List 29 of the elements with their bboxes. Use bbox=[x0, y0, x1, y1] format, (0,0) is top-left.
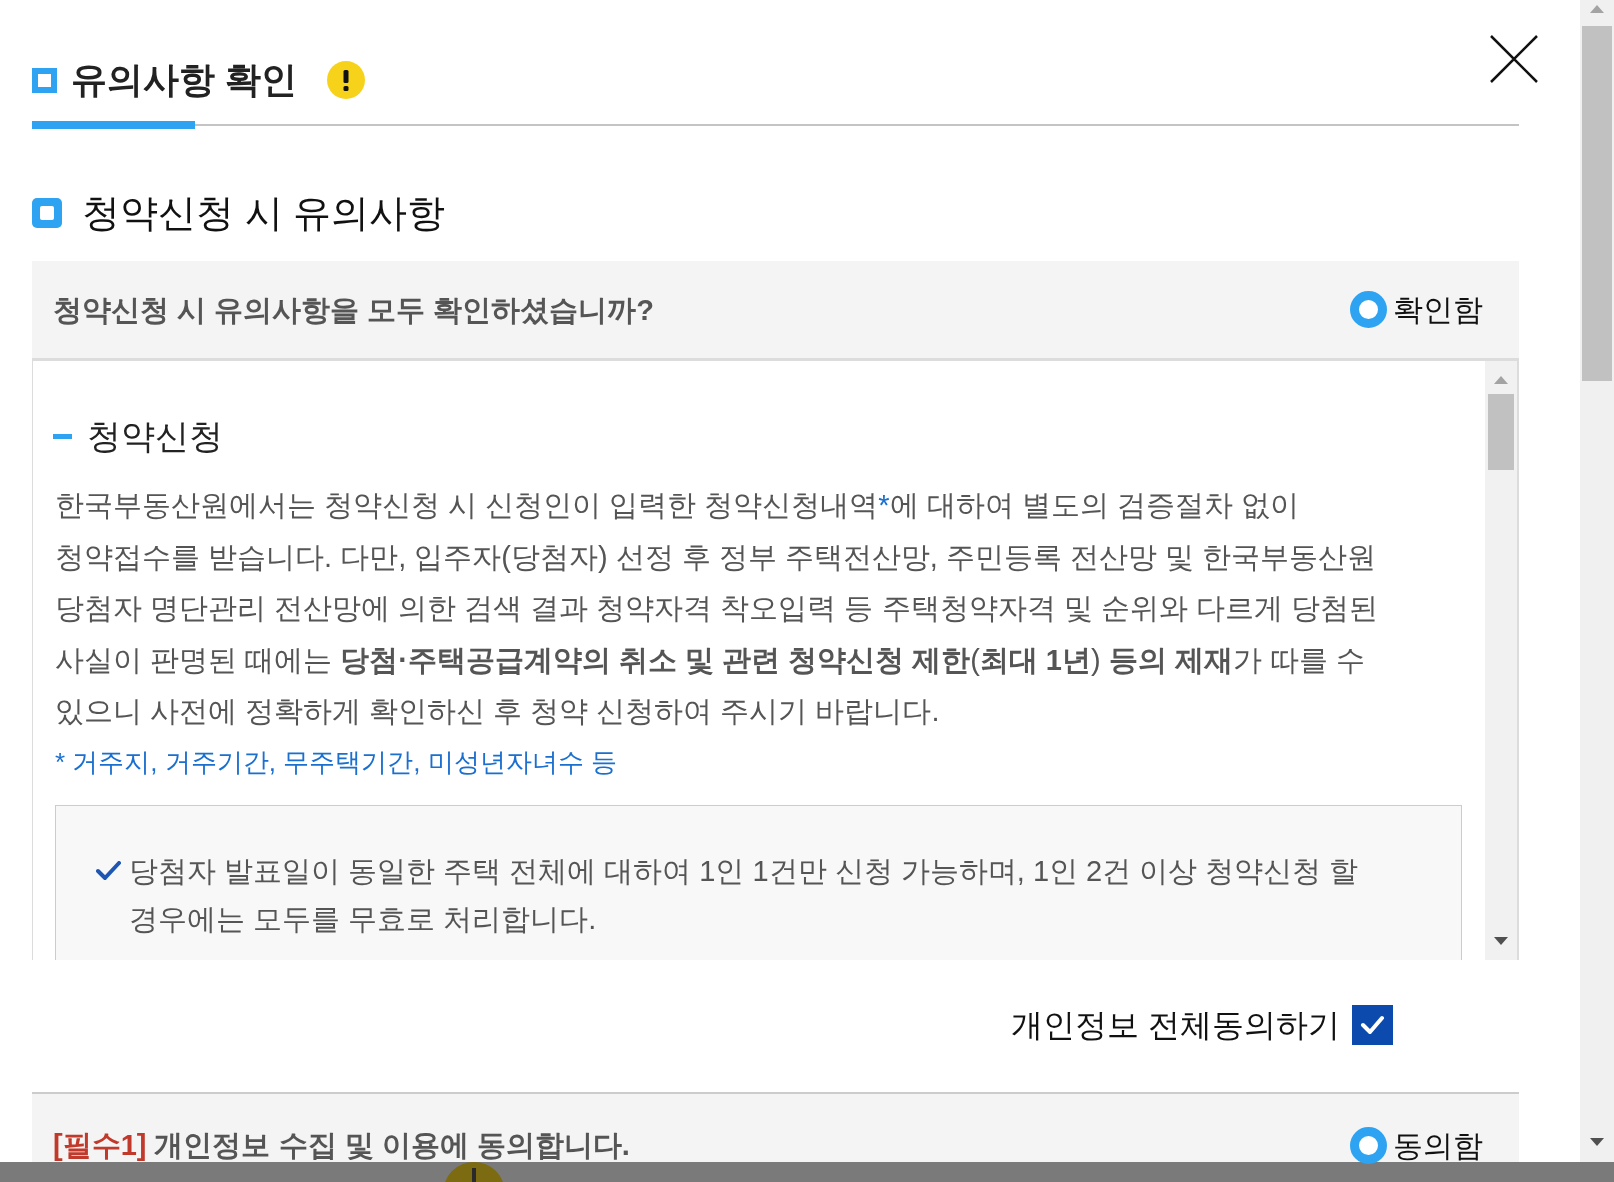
confirm-radio-label[interactable]: 확인함 bbox=[1393, 291, 1483, 328]
scrollbar-thumb[interactable] bbox=[1582, 26, 1612, 381]
radio-button[interactable] bbox=[1350, 291, 1387, 328]
check-icon bbox=[96, 860, 121, 881]
close-button[interactable] bbox=[1489, 34, 1539, 84]
scroll-down-icon[interactable] bbox=[1590, 1138, 1604, 1146]
close-icon bbox=[1490, 35, 1538, 83]
heading-dash-icon bbox=[53, 433, 72, 439]
radio-button[interactable] bbox=[1350, 1127, 1387, 1164]
section-title: 청약신청 시 유의사항 bbox=[82, 193, 446, 233]
scroll-up-icon[interactable] bbox=[1590, 5, 1604, 13]
agree-all-label[interactable]: 개인정보 전체동의하기 bbox=[1011, 1005, 1340, 1045]
confirm-question: 청약신청 시 유의사항을 모두 확인하셨습니까? bbox=[53, 292, 654, 328]
section-square-icon bbox=[32, 198, 62, 228]
checkbox[interactable] bbox=[1352, 1005, 1393, 1045]
scroll-down-icon[interactable] bbox=[1494, 937, 1508, 945]
dialog-title: 유의사항 확인 bbox=[71, 58, 297, 102]
title-square-icon bbox=[32, 67, 57, 93]
rule-text: 당첨자 발표일이 동일한 주택 전체에 대하여 1인 1건만 신청 가능하며, 1인 2건 이상 청약신청 할 경우에는 모두를 무효로 처리합니다. bbox=[129, 853, 1360, 937]
notice-footnote: * 거주지, 거주기간, 무주택기간, 미성년자녀수 등 bbox=[54, 745, 617, 779]
required-tag: [필수1] bbox=[53, 1128, 147, 1162]
scroll-up-icon[interactable] bbox=[1494, 376, 1508, 384]
warning-icon bbox=[443, 1162, 505, 1182]
consent-radio-label[interactable]: 동의함 bbox=[1393, 1127, 1483, 1164]
scrollbar-thumb[interactable] bbox=[1488, 394, 1514, 470]
notice-heading: 청약신청 bbox=[87, 416, 223, 456]
warning-icon bbox=[327, 61, 365, 99]
consent-text: 개인정보 수집 및 이용에 동의합니다. bbox=[154, 1128, 630, 1162]
notice-paragraph: 한국부동산원에서는 청약신청 시 신청인이 입력한 청약신청내역*에 대하여 별도의 검증절차 없이 청약접수를 받습니다. 다만, 입주자(당첨자) 선정 후 정부 주택전산망, 주민등록 전산망 및 한국부동산원 당첨자 명단관리 전산망에 의한 검색 결과 청약자격 착오입력 등 주택청약자격 및 순위와 다르게 당첨된 사실이 판명된 때에는 당첨·주택공급계약의 취소 및 관련 청약신청 제한(최대 1년) 등의 제재가 따를 수 있으니 사전에 정확하게 확인하신 후 청약 신청하여 주시기 바랍니다. bbox=[54, 488, 1379, 729]
